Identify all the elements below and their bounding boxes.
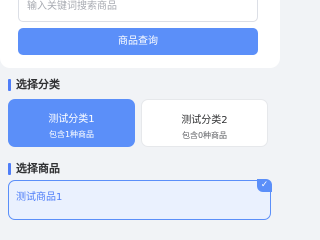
goods-section-title: 选择商品 (8, 162, 60, 176)
category-section-title-text: 选择分类 (16, 78, 60, 91)
category-card-1[interactable]: 测试分类1 包含1种商品 (8, 99, 135, 147)
title-accent-bar (8, 79, 11, 91)
goods-name: 测试商品1 (16, 192, 63, 203)
goods-section-title-text: 选择商品 (16, 162, 60, 175)
title-accent-bar (8, 163, 11, 175)
category-count: 包含1种商品 (48, 130, 95, 139)
category-card-2[interactable]: 测试分类2 包含0种商品 (141, 99, 268, 147)
category-name: 测试分类1 (48, 114, 95, 125)
goods-item-1[interactable]: 测试商品1 ✓ (8, 179, 272, 220)
category-count: 包含0种商品 (181, 131, 228, 140)
category-name: 测试分类2 (181, 115, 228, 126)
check-icon: ✓ (257, 179, 272, 192)
query-goods-button[interactable]: 商品查询 (18, 28, 258, 55)
search-input[interactable] (18, 0, 258, 22)
category-section-title: 选择分类 (8, 78, 60, 92)
